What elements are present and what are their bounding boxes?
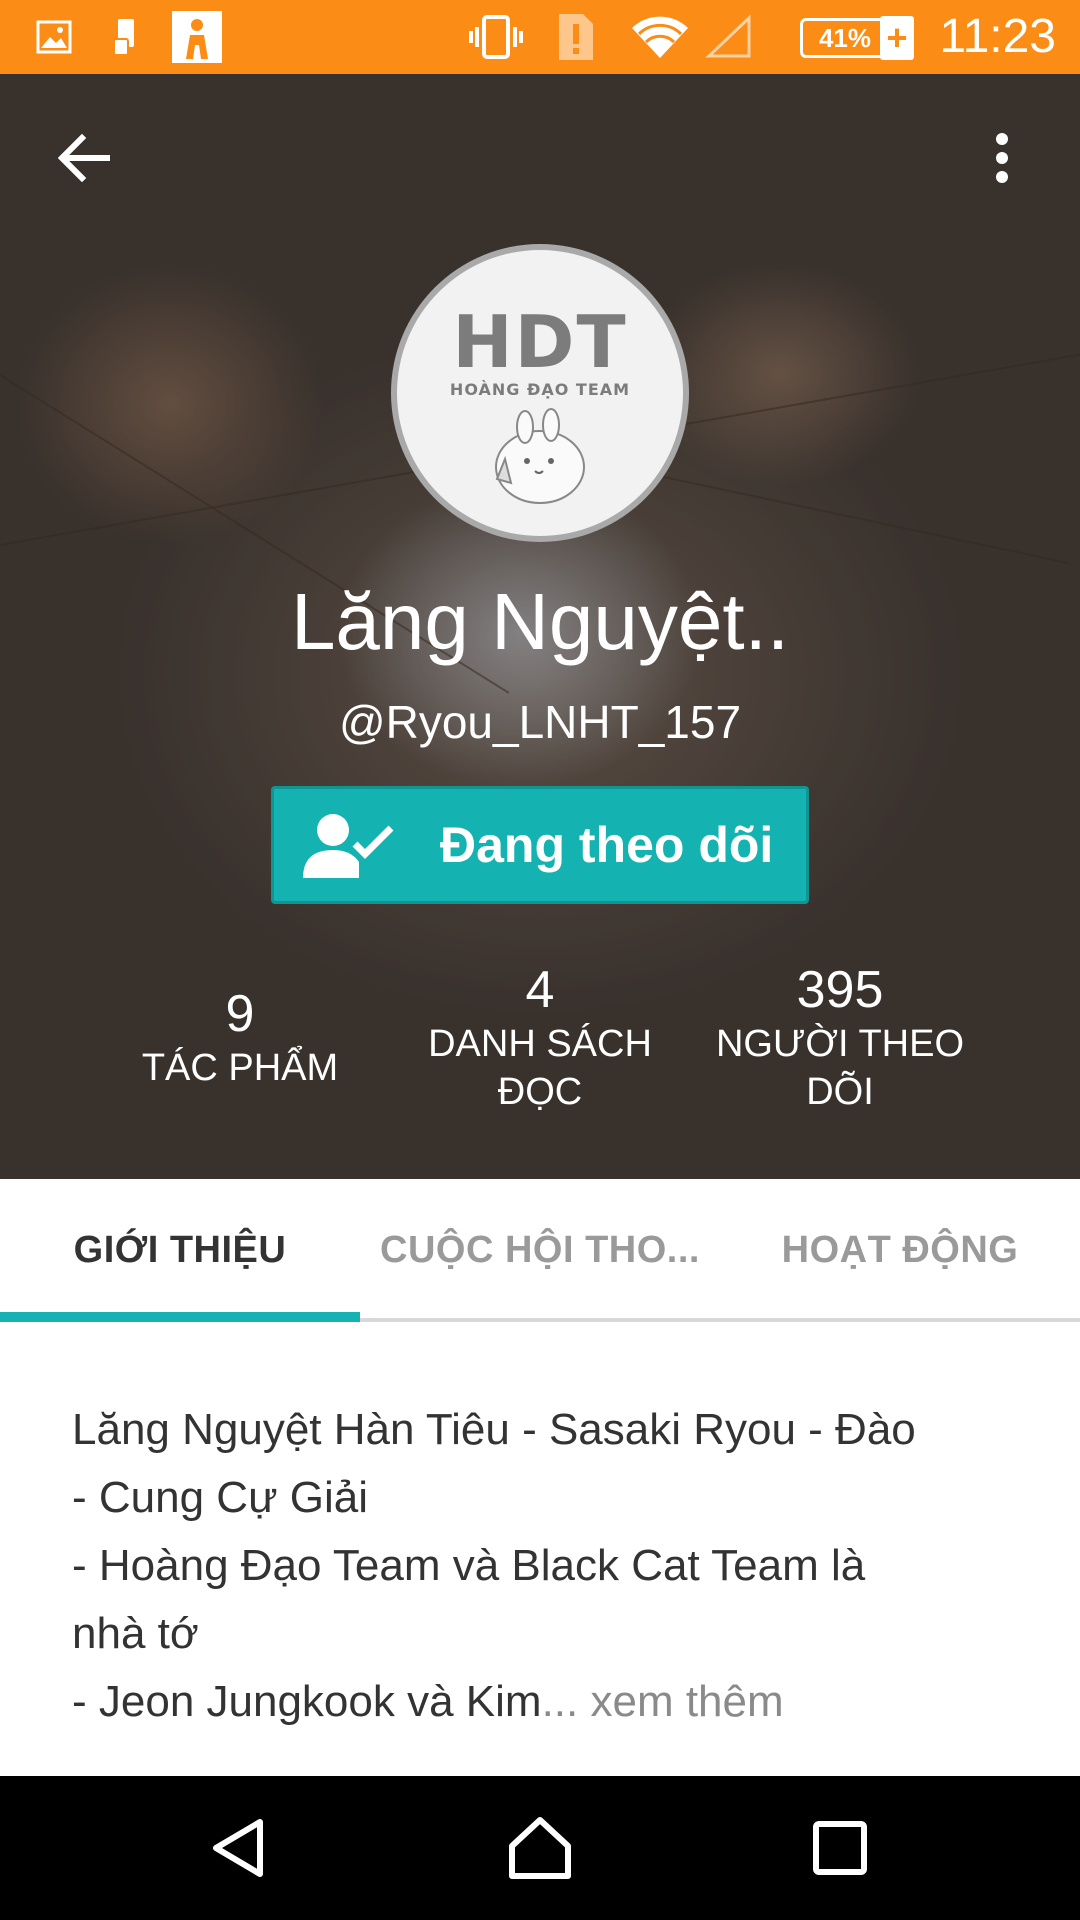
- profile-handle: @Ryou_LNHT_157: [338, 696, 742, 748]
- nav-back-button[interactable]: [160, 1776, 320, 1920]
- sim-alert-icon: [556, 0, 596, 74]
- about-ellipsis: ...: [541, 1677, 579, 1726]
- about-line: nhà tớ: [72, 1609, 199, 1658]
- nav-recents-button[interactable]: [760, 1776, 920, 1920]
- nav-home-button[interactable]: [460, 1776, 620, 1920]
- stat-reading-lists-label-2: ĐỌC: [497, 1071, 583, 1113]
- back-triangle-icon: [213, 1819, 263, 1877]
- tab-activity[interactable]: HOẠT ĐỘNG: [720, 1179, 1080, 1322]
- following-button[interactable]: Đang theo dõi: [271, 786, 809, 904]
- battery-icon: 41%: [800, 18, 890, 58]
- stat-reading-lists-value: 4: [525, 961, 555, 1019]
- stat-followers-label: NGƯỜI THEO: [715, 1023, 965, 1065]
- recents-icon: [813, 1821, 867, 1875]
- profile-name: Lăng Nguyệt..: [290, 577, 790, 666]
- charging-icon: +: [880, 16, 914, 60]
- about-line: Lăng Nguyệt Hàn Tiêu - Sasaki Ryou - Đào: [72, 1405, 916, 1454]
- vibrate-icon: [466, 0, 526, 74]
- about-line: - Hoàng Đạo Team và Black Cat Team là: [72, 1541, 866, 1590]
- about-line-last: - Jeon Jungkook và Kim... xem thêm: [72, 1668, 784, 1736]
- tab-indicator: [0, 1312, 360, 1322]
- about-section: Lăng Nguyệt Hàn Tiêu - Sasaki Ryou - Đào…: [0, 1326, 1080, 1776]
- stat-works-label: TÁC PHẨM: [141, 1047, 339, 1089]
- arrow-left-icon: [58, 134, 110, 182]
- see-more-link[interactable]: xem thêm: [578, 1677, 783, 1726]
- following-button-label: Đang theo dõi: [440, 817, 774, 873]
- tab-about[interactable]: GIỚI THIỆU: [0, 1179, 360, 1322]
- about-line: - Cung Cự Giải: [72, 1473, 368, 1522]
- home-icon: [509, 1817, 571, 1879]
- avatar[interactable]: HDT HOÀNG ĐẠO TEAM: [391, 244, 689, 542]
- profile-header: HDT HOÀNG ĐẠO TEAM Lăng Nguyệt.. @Ryou_L…: [0, 74, 1080, 1179]
- stat-works[interactable]: 9 TÁC PHẨM: [120, 984, 360, 1092]
- user-check-icon: [294, 789, 404, 901]
- stat-reading-lists[interactable]: 4 DANH SÁCH ĐỌC: [405, 960, 675, 1116]
- status-time: 11:23: [939, 10, 1056, 63]
- wifi-icon: [630, 0, 690, 74]
- stat-followers-value: 395: [796, 961, 884, 1019]
- bunny-mascot-icon: [495, 408, 585, 504]
- app-icon: [172, 0, 222, 74]
- stat-followers-label-2: DÕI: [806, 1071, 874, 1113]
- signal-icon: [704, 0, 754, 74]
- image-icon: [34, 0, 74, 74]
- tab-conversations[interactable]: CUỘC HỘI THO...: [360, 1179, 720, 1322]
- system-nav-bar: [0, 1776, 1080, 1920]
- profile-tabs: GIỚI THIỆU CUỘC HỘI THO... HOẠT ĐỘNG: [0, 1179, 1080, 1322]
- stat-reading-lists-label: DANH SÁCH: [428, 1023, 652, 1065]
- status-bar: 41% + 11:23: [0, 0, 1080, 74]
- more-options-button[interactable]: [966, 122, 1038, 194]
- stat-works-value: 9: [225, 985, 255, 1043]
- avatar-title: HDT: [452, 300, 628, 384]
- about-line-text: - Jeon Jungkook và Kim: [72, 1677, 542, 1726]
- back-button[interactable]: [48, 122, 120, 194]
- battery-percent: 41%: [818, 22, 872, 53]
- avatar-subtitle: HOÀNG ĐẠO TEAM: [449, 380, 631, 399]
- more-vertical-icon: [996, 133, 1008, 183]
- stat-followers[interactable]: 395 NGƯỜI THEO DÕI: [700, 960, 980, 1116]
- phone-icon: [108, 0, 142, 74]
